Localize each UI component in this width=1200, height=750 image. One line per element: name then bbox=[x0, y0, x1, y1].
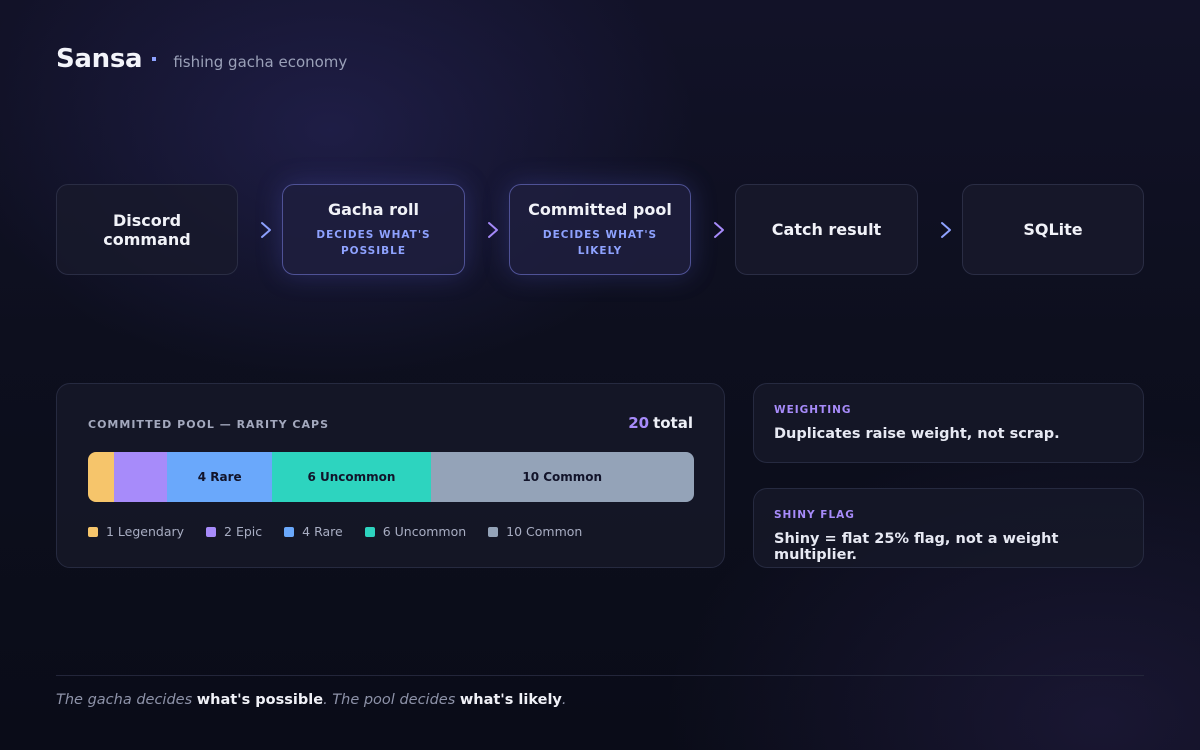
pipeline-node-title: Discord command bbox=[103, 210, 191, 249]
committed-pool-card: COMMITTED POOL — RARITY CAPS 20 total 4 R… bbox=[56, 383, 725, 568]
pipeline-node-title: Gacha roll bbox=[327, 200, 420, 219]
bar-segment-1 bbox=[88, 452, 115, 502]
pool-total-value: 20 bbox=[628, 414, 650, 432]
pool-label: COMMITTED POOL — RARITY CAPS bbox=[88, 418, 329, 431]
header: Sansa fishing gacha economy bbox=[56, 44, 347, 74]
brand-title: Sansa bbox=[56, 44, 143, 74]
rarity-legend: 1 Legendary 2 Epic 4 Rare 6 Uncommon 10 Comm… bbox=[88, 524, 604, 539]
legend-label: 1 Legendary bbox=[106, 524, 185, 539]
legend-item: 10 Common bbox=[488, 524, 582, 539]
legend-item: 4 Rare bbox=[284, 524, 343, 539]
legend-swatch bbox=[284, 526, 295, 537]
legend-item: 2 Epic bbox=[206, 524, 262, 539]
legend-swatch bbox=[88, 526, 98, 537]
legend-swatch bbox=[206, 526, 217, 537]
footer-part-3: . The pool decides bbox=[323, 692, 456, 708]
pipeline-flow: Discord command Gacha roll DECIDES WHAT'S … bbox=[56, 184, 1144, 275]
pipeline-node-title: Catch result bbox=[771, 220, 882, 239]
pool-total: 20 total bbox=[628, 414, 693, 432]
bar-segment-5: 10 Common bbox=[430, 452, 694, 502]
pipeline-node-3: Committed pool DECIDES WHAT'S LIKELY bbox=[509, 184, 691, 275]
legend-label: 2 Epic bbox=[224, 524, 263, 539]
pool-total-word: total bbox=[653, 414, 693, 432]
legend-swatch bbox=[364, 526, 375, 537]
pipeline-node-4: Catch result bbox=[735, 184, 918, 275]
pipeline-node-2: Gacha roll DECIDES WHAT'S POSSIBLE bbox=[282, 184, 465, 275]
tagline: fishing gacha economy bbox=[173, 53, 348, 71]
bar-segment-3: 4 Rare bbox=[167, 452, 273, 502]
legend-label: 4 Rare bbox=[302, 524, 343, 539]
shiny-text: Shiny = flat 25% flag, not a weight mult… bbox=[774, 531, 1059, 563]
pipeline-node-1: Discord command bbox=[56, 184, 238, 275]
footer-part-5: . bbox=[561, 692, 567, 708]
legend-swatch bbox=[488, 526, 499, 537]
pipeline-node-subtitle: DECIDES WHAT'S LIKELY bbox=[542, 229, 658, 257]
weighting-card: WEIGHTING Duplicates raise weight, not s… bbox=[753, 383, 1144, 463]
rarity-stacked-bar: 4 Rare 6 Uncommon 10 Common bbox=[88, 452, 694, 502]
footer-part-2: what's possible bbox=[196, 692, 324, 708]
bar-segment-2 bbox=[114, 452, 168, 502]
legend-label: 6 Uncommon bbox=[382, 524, 467, 539]
footer-caption: The gacha decides what's possible. The p… bbox=[56, 692, 566, 708]
footer-divider bbox=[56, 675, 1144, 676]
brand-dot bbox=[152, 57, 157, 61]
pipeline-node-title: SQLite bbox=[1023, 220, 1083, 239]
chevron-right-icon bbox=[486, 220, 500, 240]
legend-item: 1 Legendary bbox=[88, 524, 184, 539]
weighting-text: Duplicates raise weight, not scrap. bbox=[774, 426, 1060, 442]
pipeline-node-5: SQLite bbox=[962, 184, 1144, 275]
chevron-right-icon bbox=[939, 220, 953, 240]
legend-label: 10 Common bbox=[506, 524, 583, 539]
shiny-flag-card: SHINY FLAG Shiny = flat 25% flag, not a … bbox=[753, 488, 1144, 568]
legend-item: 6 Uncommon bbox=[364, 524, 467, 539]
pipeline-node-subtitle: DECIDES WHAT'S POSSIBLE bbox=[316, 229, 431, 257]
weighting-label: WEIGHTING bbox=[774, 404, 852, 416]
chevron-right-icon bbox=[259, 220, 273, 240]
shiny-label: SHINY FLAG bbox=[774, 509, 855, 521]
pipeline-node-title: Committed pool bbox=[528, 200, 672, 219]
bar-segment-4: 6 Uncommon bbox=[272, 452, 431, 502]
footer-part-1: The gacha decides bbox=[56, 692, 193, 708]
chevron-right-icon bbox=[712, 220, 726, 240]
footer-part-4: what's likely bbox=[459, 692, 562, 708]
